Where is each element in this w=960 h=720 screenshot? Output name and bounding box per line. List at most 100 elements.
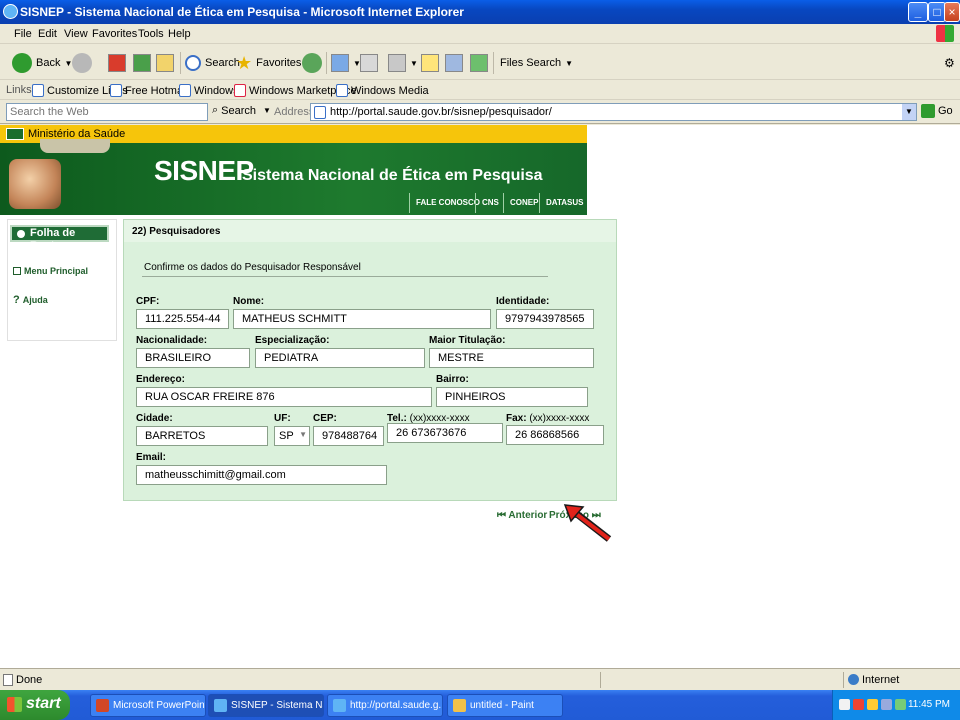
home-icon xyxy=(13,267,21,275)
identidade-field[interactable]: 9797943978565 xyxy=(496,309,594,329)
cidade-field[interactable]: BARRETOS xyxy=(136,426,268,446)
endereco-label: Endereço: xyxy=(136,374,185,385)
toolbar-extra-button[interactable]: ⚙ xyxy=(944,52,955,74)
cep-label: CEP: xyxy=(313,413,337,424)
task-label: SISNEP - Sistema Nac... xyxy=(231,700,323,711)
print-button[interactable] xyxy=(360,52,378,74)
chevron-down-icon: ▼ xyxy=(410,58,418,68)
files-search-button[interactable]: Files Search ▼ xyxy=(500,52,573,74)
page-icon xyxy=(314,106,326,119)
bullet-icon xyxy=(17,230,25,238)
home-icon xyxy=(156,54,174,72)
system-tray: 11:45 PM xyxy=(832,690,960,720)
nav-ajuda[interactable]: ? Ajuda xyxy=(13,294,48,306)
back-button[interactable]: Back ▼ xyxy=(12,52,72,74)
menu-view[interactable]: View xyxy=(64,28,88,40)
left-nav: Folha de Rosto Menu Principal ? Ajuda xyxy=(7,219,117,341)
menu-edit[interactable]: Edit xyxy=(38,28,57,40)
email-field[interactable]: matheusschimitt@gmail.com xyxy=(136,465,387,485)
cpf-field[interactable]: 111.225.554-44 xyxy=(136,309,229,329)
link-label: Windows Media xyxy=(351,84,429,97)
tel-field[interactable]: 26 673673676 xyxy=(387,423,503,443)
link-free-hotmail[interactable]: Free Hotmail xyxy=(110,84,188,97)
especializacao-field[interactable]: PEDIATRA xyxy=(255,348,425,368)
notes-button[interactable] xyxy=(421,52,439,74)
separator xyxy=(326,52,327,74)
task-portal[interactable]: http://portal.saude.g... xyxy=(327,694,443,717)
mail-button[interactable]: ▼ xyxy=(331,52,361,74)
nav-cns[interactable]: CNS xyxy=(475,193,505,213)
link-windows-media[interactable]: Windows Media xyxy=(336,84,429,97)
tray-icon[interactable] xyxy=(839,699,850,710)
fax-field[interactable]: 26 86868566 xyxy=(506,425,604,445)
edit-button[interactable]: ▼ xyxy=(388,52,418,74)
page-icon xyxy=(336,84,348,97)
tray-icon[interactable] xyxy=(895,699,906,710)
web-search-label: Search xyxy=(221,104,257,117)
links-label: Links xyxy=(6,84,32,96)
menu-favorites[interactable]: Favorites xyxy=(92,28,137,40)
toolbar: Back ▼ Search ★ Favorites ▼ ▼ Files Sear… xyxy=(0,44,960,80)
messenger-button[interactable] xyxy=(470,52,488,74)
favorites-button[interactable]: ★ Favorites xyxy=(236,52,301,74)
web-search-input[interactable] xyxy=(6,103,208,121)
tray-icon[interactable] xyxy=(853,699,864,710)
prev-link[interactable]: ⏮ Anterior xyxy=(497,510,547,521)
web-search-button[interactable]: ⌕ Search ▼ xyxy=(212,104,271,117)
ministry-logo-icon xyxy=(6,128,24,140)
stop-button[interactable] xyxy=(108,52,126,74)
menu-help[interactable]: Help xyxy=(168,28,191,40)
search-button[interactable]: Search xyxy=(185,52,240,74)
ie-icon xyxy=(333,699,346,712)
menu-principal-label: Menu Principal xyxy=(24,266,89,276)
nav-datasus[interactable]: DATASUS xyxy=(539,193,589,213)
home-button[interactable] xyxy=(156,52,174,74)
folha-de-rosto-label: Folha de Rosto xyxy=(30,227,76,252)
start-label: start xyxy=(26,695,61,712)
history-icon xyxy=(302,53,322,73)
chevron-down-icon[interactable]: ▼ xyxy=(902,104,916,120)
nav-menu-principal[interactable]: Menu Principal xyxy=(13,266,88,276)
forward-button[interactable] xyxy=(72,52,92,74)
status-bar: Done Internet xyxy=(0,668,960,690)
task-paint[interactable]: untitled - Paint xyxy=(447,694,563,717)
folha-de-rosto-header[interactable]: Folha de Rosto xyxy=(10,225,109,252)
nome-field[interactable]: MATHEUS SCHMITT xyxy=(233,309,491,329)
uf-select[interactable]: SP ▼ xyxy=(274,426,310,446)
nacionalidade-field[interactable]: BRASILEIRO xyxy=(136,348,250,368)
titulacao-field[interactable]: MESTRE xyxy=(429,348,594,368)
address-field[interactable]: http://portal.saude.gov.br/sisnep/pesqui… xyxy=(310,103,917,121)
task-sisnep[interactable]: SISNEP - Sistema Nac... xyxy=(208,694,324,717)
refresh-icon xyxy=(133,54,151,72)
site-brand-subtitle: Sistema Nacional de Ética em Pesquisa xyxy=(242,167,543,184)
fax-hint: (xx)xxxx-xxxx xyxy=(529,413,590,424)
address-url: http://portal.saude.gov.br/sisnep/pesqui… xyxy=(330,106,552,118)
bairro-field[interactable]: PINHEIROS xyxy=(436,387,588,407)
research-button[interactable] xyxy=(445,52,463,74)
refresh-button[interactable] xyxy=(133,52,151,74)
tray-icon[interactable] xyxy=(881,699,892,710)
go-button[interactable]: Go xyxy=(921,104,953,118)
back-arrow-icon xyxy=(12,53,32,73)
cpf-label: CPF: xyxy=(136,296,160,307)
endereco-field[interactable]: RUA OSCAR FREIRE 876 xyxy=(136,387,432,407)
menu-tools[interactable]: Tools xyxy=(138,28,164,40)
divider xyxy=(600,672,601,688)
menu-file[interactable]: File xyxy=(14,28,32,40)
pager: ⏮ Anterior Próximo ⏭ xyxy=(123,503,617,527)
cep-field[interactable]: 978488764 xyxy=(313,426,384,446)
page-icon xyxy=(3,674,13,686)
messenger-icon xyxy=(470,54,488,72)
close-button[interactable]: × xyxy=(944,2,960,22)
favorites-label: Favorites xyxy=(256,57,302,69)
link-windows[interactable]: Windows xyxy=(179,84,239,97)
status-zone: Internet xyxy=(862,674,900,686)
fax-label: Fax: (xx)xxxx-xxxx xyxy=(506,413,589,424)
start-button[interactable]: start xyxy=(0,690,70,720)
minimize-button[interactable]: _ xyxy=(908,2,928,22)
task-powerpoint[interactable]: Microsoft PowerPoint ... xyxy=(90,694,206,717)
paint-icon xyxy=(453,699,466,712)
tray-icon[interactable] xyxy=(867,699,878,710)
page-icon xyxy=(234,84,246,97)
history-button[interactable] xyxy=(302,52,322,74)
